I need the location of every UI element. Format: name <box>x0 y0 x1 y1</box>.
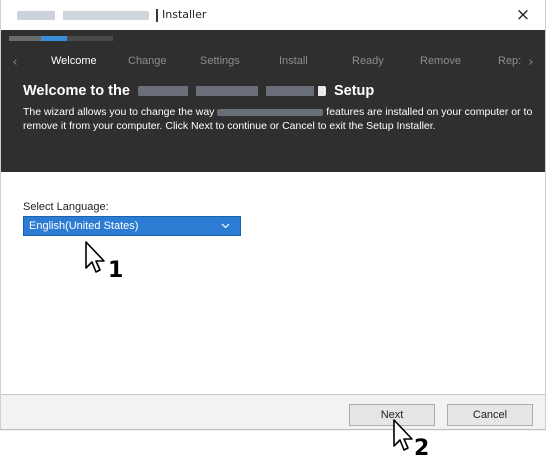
language-label: Select Language: <box>23 201 109 213</box>
language-select[interactable]: English(United States) <box>23 216 241 236</box>
blurred-product-name <box>17 11 149 20</box>
title-suffix: Setup <box>333 83 375 99</box>
page-title: Welcome to the Setup <box>23 83 374 99</box>
window-title: Installer <box>162 8 207 21</box>
wizard-header: ‹ Welcome Change Settings Install Ready … <box>1 30 545 172</box>
title-separator <box>156 9 158 22</box>
progress-segment <box>9 36 41 41</box>
title-prefix: Welcome to the <box>23 83 130 99</box>
wizard-footer: Next Cancel <box>1 394 545 431</box>
step-navigation: ‹ Welcome Change Settings Install Ready … <box>1 52 545 74</box>
chevron-down-icon <box>221 217 230 242</box>
close-button[interactable]: × <box>511 3 535 27</box>
step-repair[interactable]: Rep: <box>498 55 521 67</box>
step-settings[interactable]: Settings <box>200 55 240 67</box>
window-bottom-edge <box>0 429 546 430</box>
close-icon: × <box>515 5 531 25</box>
step-welcome[interactable]: Welcome <box>51 55 97 67</box>
blurred-product-name <box>217 108 324 116</box>
description-part-1: The wizard allows you to change the way <box>23 106 215 118</box>
step-ready[interactable]: Ready <box>352 55 384 67</box>
step-change[interactable]: Change <box>128 55 167 67</box>
pointer-icon <box>85 241 105 273</box>
title-bar: Installer × <box>1 0 545 30</box>
callout-number-1: 1 <box>108 258 124 283</box>
step-remove[interactable]: Remove <box>420 55 461 67</box>
wizard-description: The wizard allows you to change the way … <box>23 106 543 133</box>
progress-bar <box>9 36 113 41</box>
cancel-button[interactable]: Cancel <box>447 404 533 426</box>
prev-step-icon[interactable]: ‹ <box>5 52 25 74</box>
next-step-icon[interactable]: › <box>521 52 541 74</box>
blurred-product-name <box>137 86 326 97</box>
callout-number-2: 2 <box>414 436 430 461</box>
installer-window: Installer × ‹ Welcome Change Settings In… <box>0 0 546 431</box>
language-selected-value: English(United States) <box>29 220 139 232</box>
step-install[interactable]: Install <box>279 55 308 67</box>
